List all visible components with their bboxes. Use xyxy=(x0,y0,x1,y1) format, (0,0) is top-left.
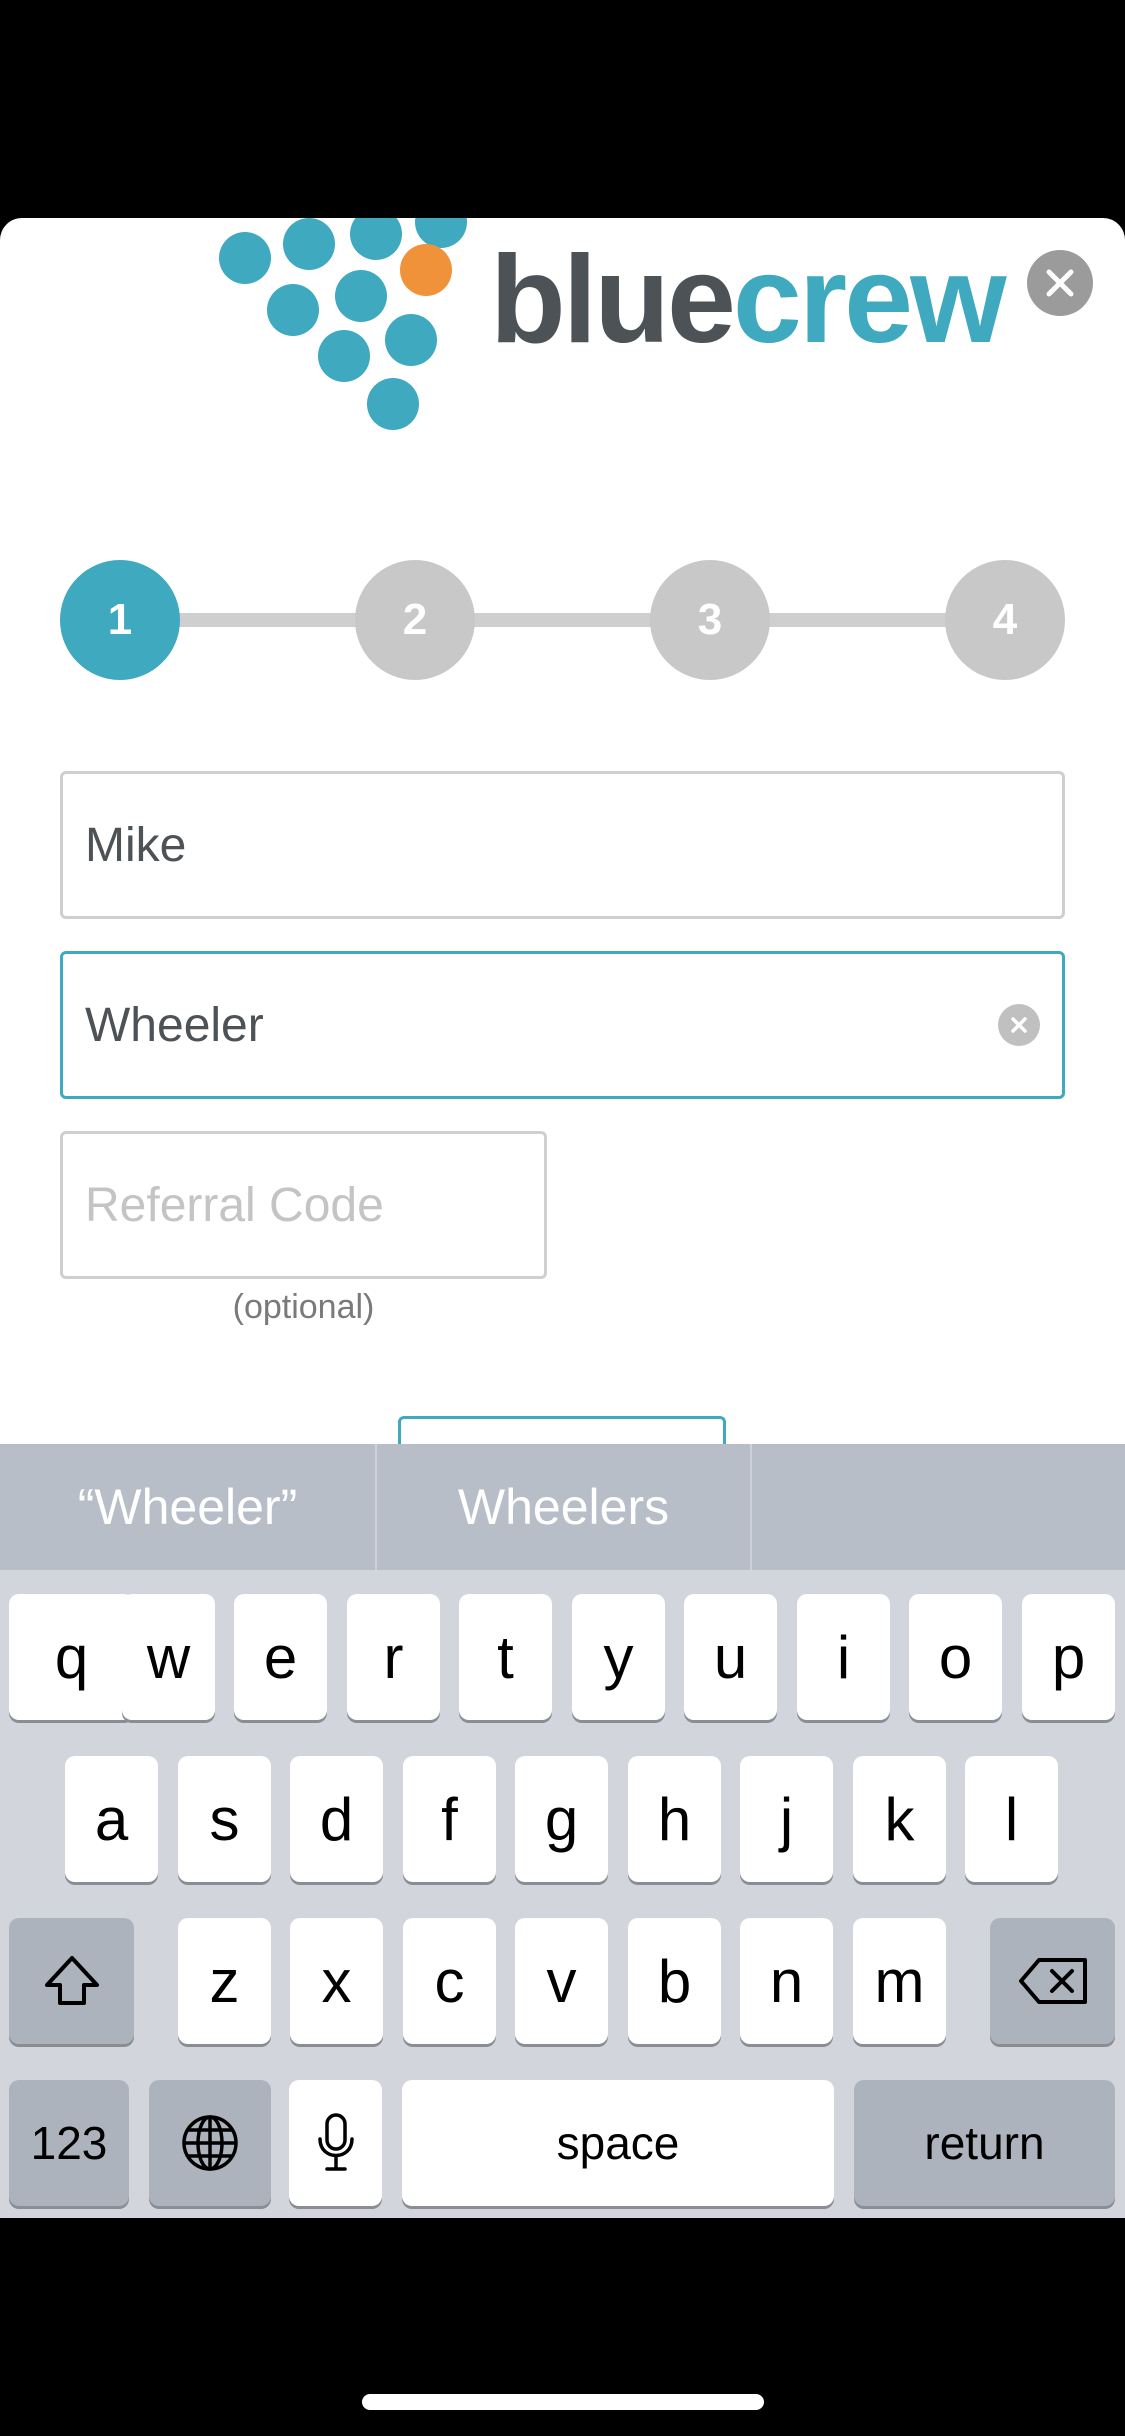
numbers-key[interactable]: 123 xyxy=(9,2080,129,2206)
logo-wordmark: bluecrew xyxy=(490,238,1007,362)
step-2: 2 xyxy=(355,560,475,680)
key-n[interactable]: n xyxy=(740,1918,833,2044)
suggestion-3[interactable] xyxy=(750,1444,1125,1570)
logo-dot xyxy=(318,330,370,382)
logo-dot xyxy=(219,232,271,284)
close-button[interactable] xyxy=(1027,250,1093,316)
home-indicator[interactable] xyxy=(362,2394,764,2410)
key-k[interactable]: k xyxy=(853,1756,946,1882)
step-1: 1 xyxy=(60,560,180,680)
logo-word-crew: crew xyxy=(732,231,1007,369)
logo-dot-orange xyxy=(400,244,452,296)
step-connector xyxy=(120,613,1005,627)
referral-optional-hint: (optional) xyxy=(232,1288,375,1326)
logo-dot xyxy=(367,378,419,430)
logo-dot xyxy=(283,218,335,270)
globe-icon xyxy=(182,2115,238,2171)
key-o[interactable]: o xyxy=(909,1594,1002,1720)
referral-code-placeholder: Referral Code xyxy=(85,1178,384,1232)
suggestion-2[interactable]: Wheelers xyxy=(375,1444,750,1570)
microphone-icon xyxy=(317,2113,354,2171)
last-name-value: Wheeler xyxy=(85,998,264,1052)
logo-dot xyxy=(385,314,437,366)
key-a[interactable]: a xyxy=(65,1756,158,1882)
key-v[interactable]: v xyxy=(515,1918,608,2044)
key-w[interactable]: w xyxy=(122,1594,215,1720)
step-4: 4 xyxy=(945,560,1065,680)
key-q[interactable]: q xyxy=(9,1594,134,1720)
close-icon xyxy=(1046,269,1074,297)
key-d[interactable]: d xyxy=(290,1756,383,1882)
bluecrew-logo: bluecrew xyxy=(205,218,1007,448)
key-f[interactable]: f xyxy=(403,1756,496,1882)
space-key[interactable]: space xyxy=(402,2080,834,2206)
key-t[interactable]: t xyxy=(459,1594,552,1720)
logo-word-blue: blue xyxy=(490,231,736,369)
key-u[interactable]: u xyxy=(684,1594,777,1720)
key-g[interactable]: g xyxy=(515,1756,608,1882)
keyboard: “Wheeler” Wheelers q w e r t y u i o p a… xyxy=(0,1444,1125,2218)
last-name-field[interactable]: Wheeler xyxy=(60,951,1065,1099)
key-z[interactable]: z xyxy=(178,1918,271,2044)
backspace-key[interactable] xyxy=(990,1918,1115,2044)
key-l[interactable]: l xyxy=(965,1756,1058,1882)
key-s[interactable]: s xyxy=(178,1756,271,1882)
suggestion-1[interactable]: “Wheeler” xyxy=(0,1444,375,1570)
shift-key[interactable] xyxy=(9,1918,134,2044)
return-key[interactable]: return xyxy=(854,2080,1115,2206)
key-y[interactable]: y xyxy=(572,1594,665,1720)
key-c[interactable]: c xyxy=(403,1918,496,2044)
logo-dot xyxy=(335,270,387,322)
key-p[interactable]: p xyxy=(1022,1594,1115,1720)
logo-dot xyxy=(350,218,402,260)
first-name-field[interactable]: Mike xyxy=(60,771,1065,919)
step-3: 3 xyxy=(650,560,770,680)
key-e[interactable]: e xyxy=(234,1594,327,1720)
key-x[interactable]: x xyxy=(290,1918,383,2044)
key-m[interactable]: m xyxy=(853,1918,946,2044)
logo-dot xyxy=(267,284,319,336)
step-indicator: 1 2 3 4 xyxy=(60,560,1065,680)
backspace-icon xyxy=(1018,1958,1087,2004)
key-j[interactable]: j xyxy=(740,1756,833,1882)
shift-icon xyxy=(44,1956,99,2005)
globe-key[interactable] xyxy=(149,2080,271,2206)
key-h[interactable]: h xyxy=(628,1756,721,1882)
clear-icon[interactable] xyxy=(998,1004,1040,1046)
predictive-bar: “Wheeler” Wheelers xyxy=(0,1444,1125,1570)
microphone-key[interactable] xyxy=(289,2080,382,2206)
key-b[interactable]: b xyxy=(628,1918,721,2044)
key-r[interactable]: r xyxy=(347,1594,440,1720)
clear-x-glyph xyxy=(1011,1017,1027,1033)
key-i[interactable]: i xyxy=(797,1594,890,1720)
first-name-value: Mike xyxy=(85,818,187,872)
referral-code-field[interactable]: Referral Code xyxy=(60,1131,547,1279)
